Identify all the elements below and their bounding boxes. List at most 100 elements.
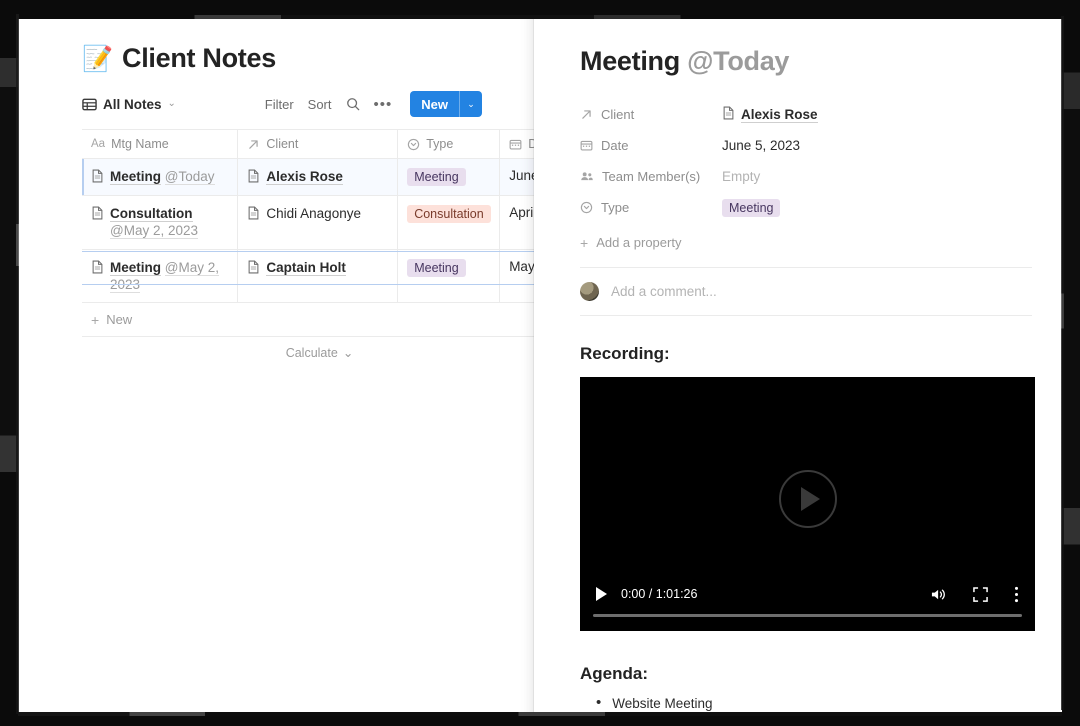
calendar-icon [580,139,593,152]
page-icon [91,169,104,186]
row-selection-bottom-border [82,284,557,285]
type-tag: Meeting [407,168,466,186]
row-client-name: Alexis Rose [266,169,343,185]
cell-client[interactable]: Captain Holt [237,249,399,304]
column-header-type[interactable]: Type [397,129,501,159]
column-header-client[interactable]: Client [237,129,399,159]
new-row-label: New [106,312,133,328]
peek-properties: Client Alexis Rose Date June 5, 2023 Tea… [580,99,1032,258]
comment-composer[interactable]: Add a comment... [580,268,1032,315]
property-value[interactable]: Alexis Rose [722,106,818,123]
window-border-bottom-texture [0,712,1080,716]
row-name-date: @May 2, 2023 [110,223,199,240]
column-header-name[interactable]: Aa Mtg Name [82,129,239,159]
sort-button[interactable]: Sort [308,97,332,112]
comment-divider [580,315,1032,316]
peek-page-title: Meeting @Today [580,46,1079,77]
page-icon [247,206,260,223]
grid-icon [82,97,97,112]
screenshot-root: 📝 Client Notes All Notes ⌄ Filter Sort •… [0,0,1080,726]
comment-input[interactable]: Add a comment... [611,284,717,299]
notepad-pencil-icon: 📝 [82,44,114,73]
property-row-date[interactable]: Date June 5, 2023 [580,130,1032,161]
more-options-icon[interactable]: ••• [374,97,393,112]
page-icon [722,106,735,123]
chevron-down-icon: ⌄ [342,346,354,361]
property-value-label: June 5, 2023 [722,138,801,153]
calculate-label: Calculate [285,345,338,360]
video-progress-bar[interactable] [593,614,1022,617]
calendar-icon [509,138,522,151]
agenda-heading: Agenda: [580,664,648,683]
select-icon [407,138,420,151]
property-value-label: Empty [722,169,761,184]
video-controls-right [930,586,1019,603]
type-tag: Meeting [722,198,781,217]
peek-title-date: @Today [687,46,790,76]
cell-client[interactable]: Alexis Rose [237,158,399,196]
row-name-date: @Today [164,169,215,185]
fullscreen-icon[interactable] [973,586,988,602]
database-toolbar: All Notes ⌄ Filter Sort ••• New ⌄ [82,90,482,118]
plus-icon: + [580,234,589,251]
cell-name[interactable]: Consultation @May 2, 2023 [82,195,239,250]
page-icon [247,169,260,186]
bullet-icon: • [596,694,602,711]
property-key-label: Type [601,200,630,215]
filter-button[interactable]: Filter [265,97,294,112]
recording-heading: Recording: [580,344,670,363]
video-player[interactable]: 0:00 / 1:01:26 [580,377,1035,631]
property-value[interactable]: Meeting [722,198,781,217]
property-row-client[interactable]: Client Alexis Rose [580,99,1032,130]
type-tag: Consultation [407,205,491,223]
property-key: Client [580,107,722,122]
row-name-title: Meeting [110,259,162,276]
cell-client[interactable]: Chidi Anagonye [237,195,399,250]
volume-icon[interactable] [930,587,947,602]
new-button-group: New ⌄ [410,91,482,117]
video-controls: 0:00 / 1:01:26 [580,579,1035,609]
cell-name[interactable]: Meeting @Today [82,158,239,196]
row-selection-top-border [82,251,557,252]
new-button[interactable]: New [410,91,459,117]
add-property-button[interactable]: + Add a property [580,227,1032,258]
row-client-name: Chidi Anagonye [266,206,361,221]
people-icon [580,170,594,183]
property-row-team-members[interactable]: Team Member(s) Empty [580,161,1032,192]
row-name-title: Meeting [110,169,162,185]
property-value[interactable]: June 5, 2023 [722,138,800,153]
cell-type[interactable]: Meeting [397,249,501,304]
cell-type[interactable]: Meeting [397,158,501,196]
play-button[interactable] [596,587,607,601]
column-header-label: Client [266,137,299,151]
property-row-type[interactable]: Type Meeting [580,192,1032,223]
search-icon[interactable] [346,97,360,111]
window-border-top-texture [0,15,1080,19]
property-key: Team Member(s) [580,169,722,184]
window-border-left-texture [16,14,19,714]
add-property-label: Add a property [596,235,682,250]
page-icon [91,260,104,277]
kebab-menu-icon[interactable] [1014,586,1019,603]
video-time-display: 0:00 / 1:01:26 [621,587,698,601]
play-overlay-button[interactable] [778,469,837,528]
property-key: Type [580,200,722,215]
cell-name[interactable]: Meeting @May 2, 2023 [82,249,239,304]
column-header-label: Mtg Name [111,137,169,151]
window-border-right-texture [1061,16,1064,710]
chevron-down-icon: ⌄ [167,98,176,109]
calculate-row: Calculate ⌄ [82,345,557,361]
window-border-right [1062,0,1080,726]
property-key-label: Date [601,138,629,153]
new-button-chevron-icon[interactable]: ⌄ [460,91,482,117]
relation-arrow-icon [580,108,593,121]
page-title: Client Notes [122,43,276,73]
cell-type[interactable]: Consultation [397,195,501,250]
calculate-button[interactable]: Calculate ⌄ [285,345,354,361]
view-tab-all-notes[interactable]: All Notes ⌄ [82,97,176,112]
property-value-label: Alexis Rose [741,106,818,123]
property-value[interactable]: Empty [722,169,760,184]
select-icon [580,201,593,214]
peek-title-bold: Meeting [580,46,680,76]
row-client-name: Captain Holt [266,259,346,276]
